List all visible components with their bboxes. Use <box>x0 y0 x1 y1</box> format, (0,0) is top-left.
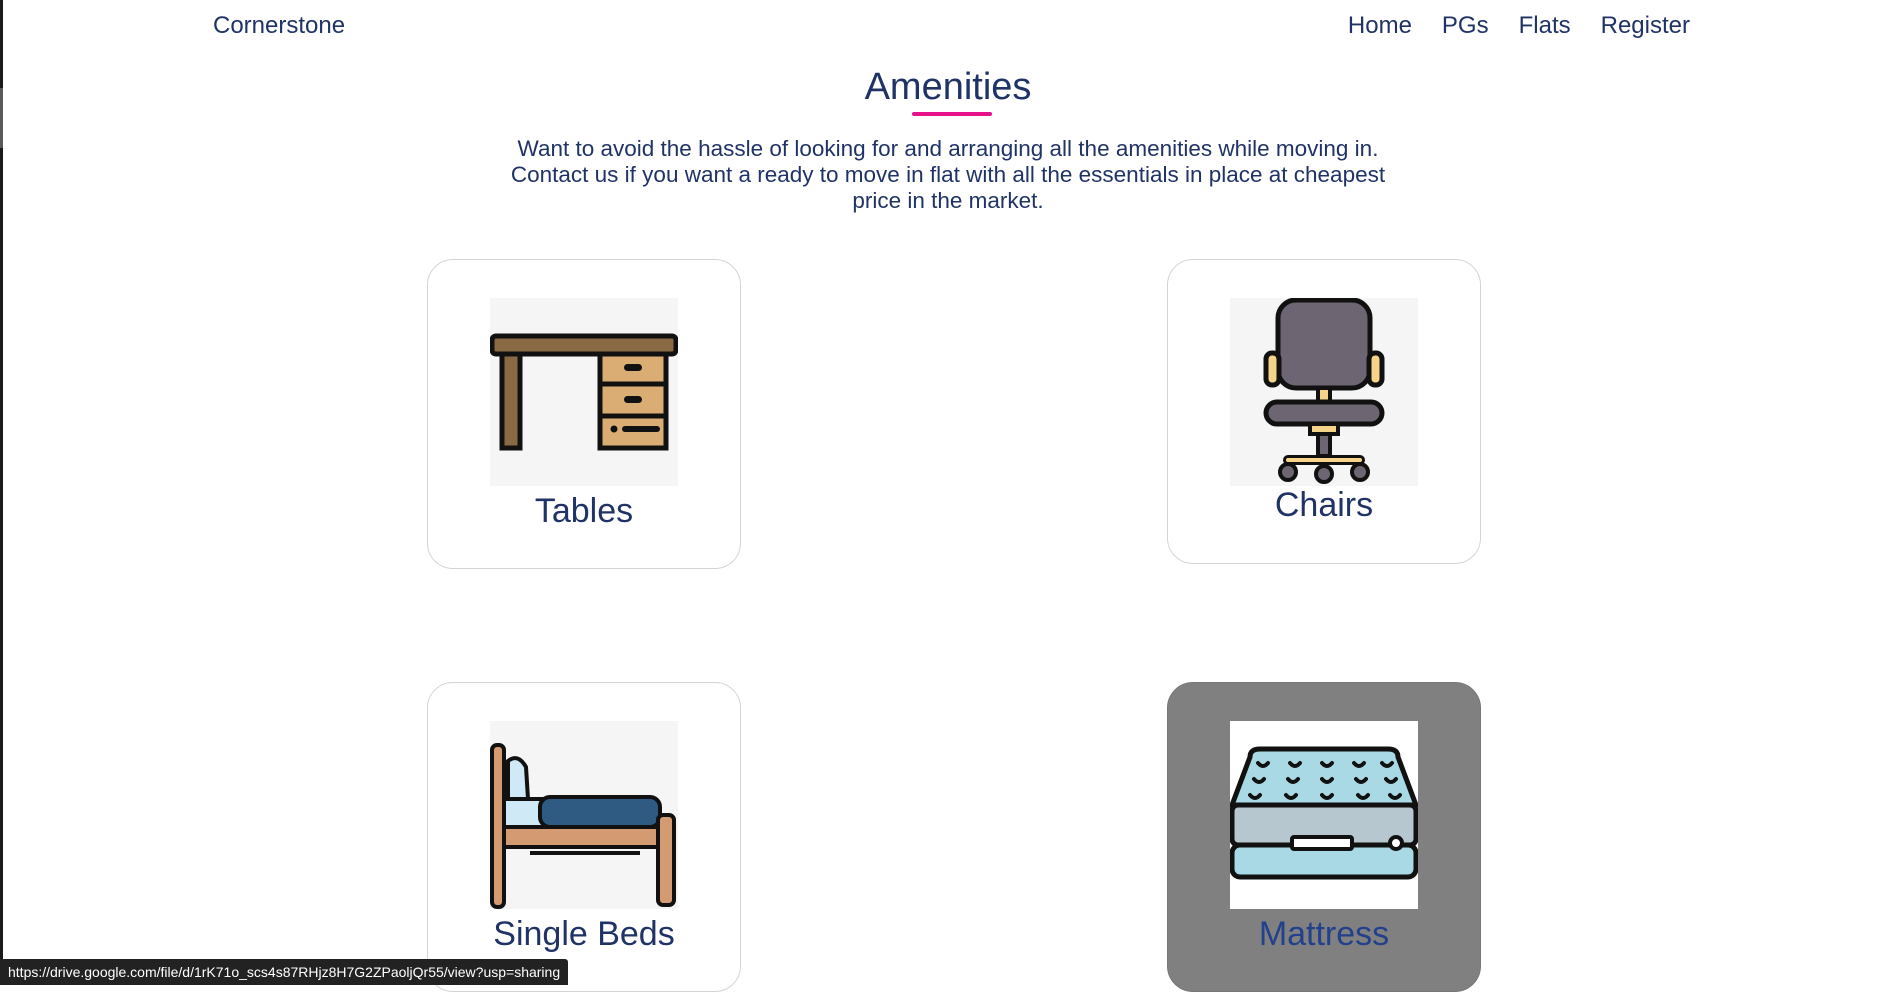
amenity-card-tables[interactable]: Tables <box>427 259 741 569</box>
single-bed-icon <box>490 721 678 909</box>
link-preview-status-bar: https://drive.google.com/file/d/1rK71o_s… <box>0 959 569 985</box>
window-left-edge <box>0 0 3 985</box>
amenity-card-single-beds[interactable]: Single Beds <box>427 682 741 992</box>
amenity-label: Single Beds <box>493 915 675 953</box>
nav-link-pgs[interactable]: PGs <box>1442 12 1489 40</box>
amenity-label: Tables <box>534 492 634 530</box>
section-title: Amenities <box>864 66 1032 108</box>
title-underline <box>912 112 992 116</box>
desk-icon <box>490 298 678 486</box>
nav-link-flats[interactable]: Flats <box>1519 12 1571 40</box>
amenity-label: Chairs <box>1274 486 1374 524</box>
top-nav: Home PGs Flats Register <box>1348 12 1690 40</box>
amenity-card-chairs[interactable]: Chairs <box>1167 259 1481 564</box>
brand-logo-link[interactable]: Cornerstone <box>213 12 345 40</box>
amenity-label: Mattress <box>1258 915 1390 953</box>
office-chair-icon <box>1230 298 1418 486</box>
section-intro: Want to avoid the hassle of looking for … <box>510 136 1386 213</box>
nav-link-home[interactable]: Home <box>1348 12 1412 40</box>
amenity-card-mattress[interactable]: Mattress <box>1167 682 1481 992</box>
mattress-icon <box>1230 721 1418 909</box>
nav-link-register[interactable]: Register <box>1601 12 1690 40</box>
